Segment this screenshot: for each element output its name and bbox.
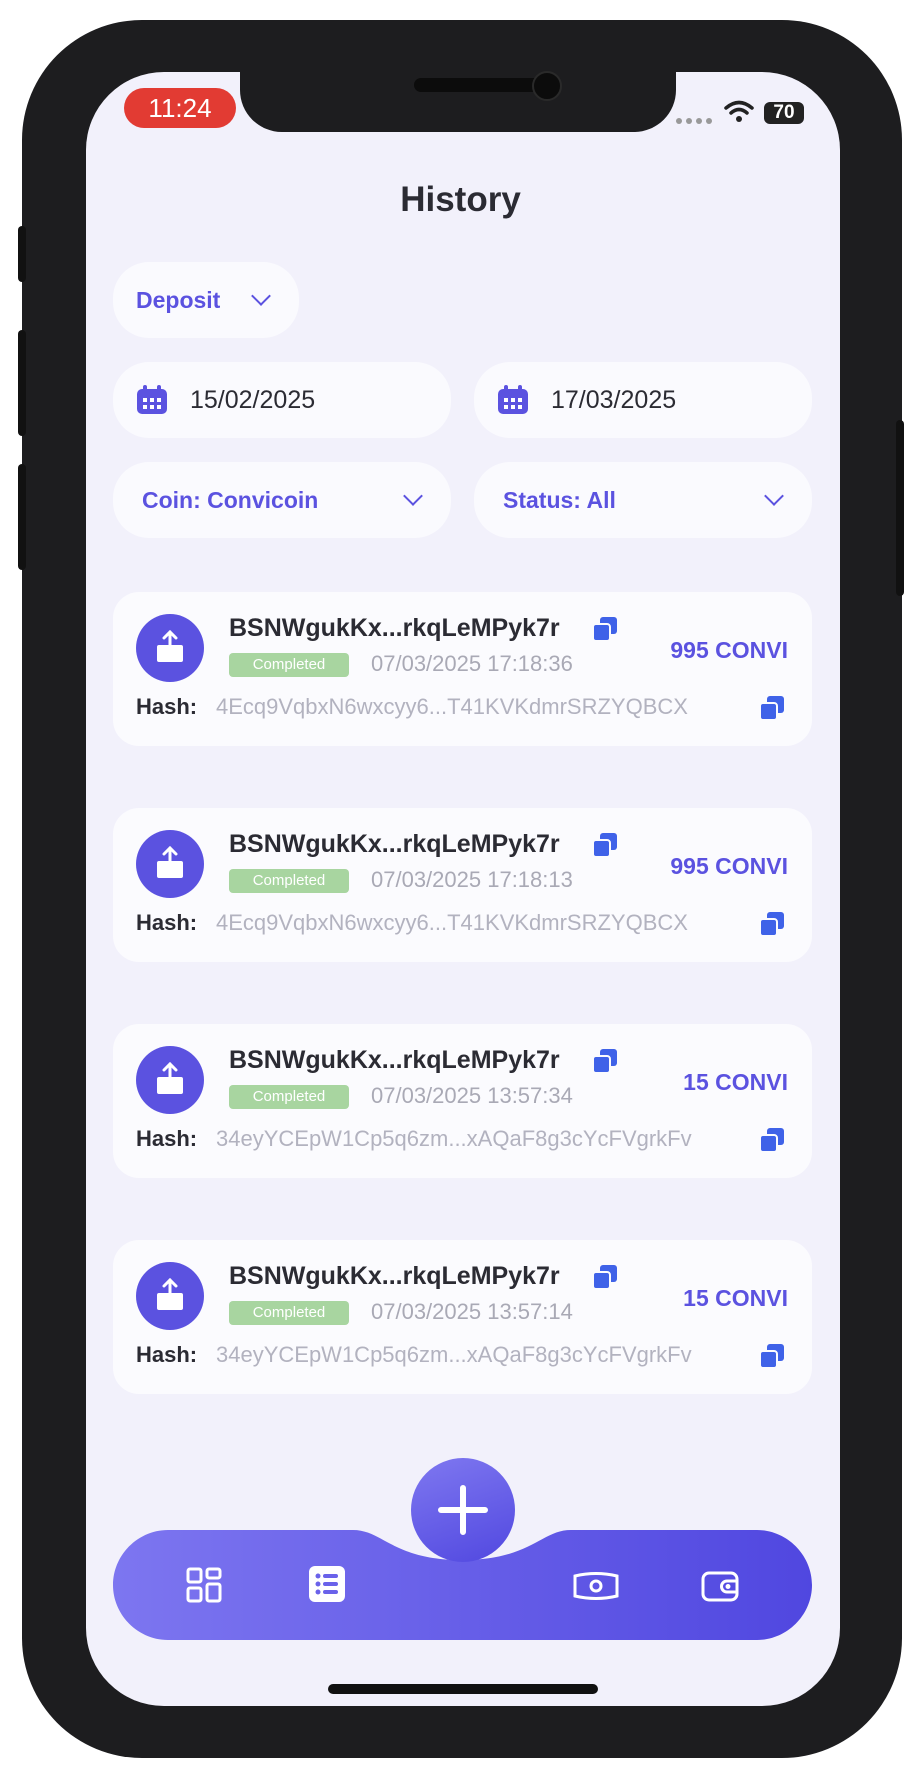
deposit-icon bbox=[136, 614, 204, 682]
add-button[interactable] bbox=[411, 1458, 515, 1562]
calendar-icon bbox=[137, 385, 167, 414]
plus-icon bbox=[438, 1485, 488, 1535]
date-to-value: 17/03/2025 bbox=[551, 386, 677, 414]
transaction-address: BSNWgukKx...rkqLeMPyk7r bbox=[229, 614, 560, 642]
home-indicator[interactable] bbox=[328, 1684, 598, 1694]
volume-up-button bbox=[18, 330, 26, 436]
dashboard-icon[interactable] bbox=[186, 1567, 222, 1603]
deposit-icon bbox=[136, 830, 204, 898]
copy-icon[interactable] bbox=[759, 695, 785, 721]
copy-icon[interactable] bbox=[759, 1127, 785, 1153]
hash-label: Hash: bbox=[136, 1342, 198, 1367]
chevron-down-icon bbox=[251, 286, 271, 306]
status-filter-label: Status: All bbox=[503, 487, 616, 513]
wifi-icon bbox=[724, 100, 754, 122]
calendar-icon bbox=[498, 385, 528, 414]
date-from-field[interactable]: 15/02/2025 bbox=[113, 362, 451, 438]
copy-icon[interactable] bbox=[592, 1264, 618, 1290]
mute-switch bbox=[18, 226, 26, 282]
deposit-icon bbox=[136, 1046, 204, 1114]
transaction-amount: 15 CONVI bbox=[683, 1069, 788, 1095]
transaction-card[interactable]: BSNWgukKx...rkqLeMPyk7r Completed 07/03/… bbox=[113, 592, 812, 746]
wallet-icon[interactable] bbox=[701, 1569, 739, 1603]
hash-label: Hash: bbox=[136, 1126, 198, 1151]
coin-filter-label: Coin: Convicoin bbox=[142, 487, 319, 513]
transaction-amount: 995 CONVI bbox=[670, 853, 788, 879]
hash-label: Hash: bbox=[136, 694, 198, 719]
status-badge: Completed bbox=[229, 1301, 349, 1325]
battery-indicator: 70 bbox=[764, 102, 804, 124]
volume-down-button bbox=[18, 464, 26, 570]
transaction-timestamp: 07/03/2025 13:57:34 bbox=[371, 1083, 573, 1108]
copy-icon[interactable] bbox=[759, 911, 785, 937]
copy-icon[interactable] bbox=[592, 832, 618, 858]
money-icon[interactable] bbox=[573, 1571, 619, 1601]
speaker bbox=[414, 78, 542, 92]
copy-icon[interactable] bbox=[592, 616, 618, 642]
transaction-amount: 995 CONVI bbox=[670, 637, 788, 663]
status-badge: Completed bbox=[229, 1085, 349, 1109]
power-button bbox=[896, 420, 904, 596]
transaction-hash: 4Ecq9VqbxN6wxcyy6...T41KVKdmrSRZYQBCX bbox=[216, 910, 688, 935]
copy-icon[interactable] bbox=[592, 1048, 618, 1074]
date-from-value: 15/02/2025 bbox=[190, 386, 316, 414]
type-filter-dropdown[interactable]: Deposit bbox=[113, 262, 299, 338]
chevron-down-icon bbox=[403, 486, 423, 506]
transaction-hash: 4Ecq9VqbxN6wxcyy6...T41KVKdmrSRZYQBCX bbox=[216, 694, 688, 719]
status-time: 11:24 bbox=[124, 88, 236, 128]
transaction-card[interactable]: BSNWgukKx...rkqLeMPyk7r Completed 07/03/… bbox=[113, 1240, 812, 1394]
transaction-hash: 34eyYCEpW1Cp5q6zm...xAQaF8g3cYcFVgrkFv bbox=[216, 1126, 692, 1151]
transaction-timestamp: 07/03/2025 17:18:13 bbox=[371, 867, 573, 892]
chevron-down-icon bbox=[764, 486, 784, 506]
transaction-address: BSNWgukKx...rkqLeMPyk7r bbox=[229, 1262, 560, 1290]
type-filter-label: Deposit bbox=[136, 287, 221, 313]
date-to-field[interactable]: 17/03/2025 bbox=[474, 362, 812, 438]
deposit-icon bbox=[136, 1262, 204, 1330]
copy-icon[interactable] bbox=[759, 1343, 785, 1369]
cellular-signal-icon bbox=[676, 118, 712, 124]
transaction-address: BSNWgukKx...rkqLeMPyk7r bbox=[229, 830, 560, 858]
status-badge: Completed bbox=[229, 869, 349, 893]
coin-filter-dropdown[interactable]: Coin: Convicoin bbox=[113, 462, 451, 538]
status-filter-dropdown[interactable]: Status: All bbox=[474, 462, 812, 538]
transaction-timestamp: 07/03/2025 17:18:36 bbox=[371, 651, 573, 676]
transaction-card[interactable]: BSNWgukKx...rkqLeMPyk7r Completed 07/03/… bbox=[113, 808, 812, 962]
transaction-address: BSNWgukKx...rkqLeMPyk7r bbox=[229, 1046, 560, 1074]
transaction-hash: 34eyYCEpW1Cp5q6zm...xAQaF8g3cYcFVgrkFv bbox=[216, 1342, 692, 1367]
front-camera bbox=[532, 71, 562, 101]
history-list-icon[interactable] bbox=[308, 1565, 346, 1603]
transaction-timestamp: 07/03/2025 13:57:14 bbox=[371, 1299, 573, 1324]
status-badge: Completed bbox=[229, 653, 349, 677]
hash-label: Hash: bbox=[136, 910, 198, 935]
transaction-card[interactable]: BSNWgukKx...rkqLeMPyk7r Completed 07/03/… bbox=[113, 1024, 812, 1178]
page-title: History bbox=[400, 180, 521, 219]
transaction-amount: 15 CONVI bbox=[683, 1285, 788, 1311]
